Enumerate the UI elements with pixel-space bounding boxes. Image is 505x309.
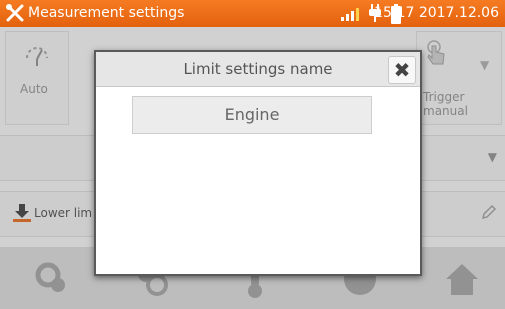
close-button[interactable]: ✖ [388,56,416,84]
status-bar: Measurement settings 15:17 2017.12.06 [0,0,505,27]
status-clock: 15:17 2017.12.06 [374,5,499,21]
limit-settings-dialog: Limit settings name ✖ Engine [94,50,422,276]
tools-icon[interactable] [5,3,25,27]
dialog-header: Limit settings name ✖ [96,52,420,87]
dialog-title: Limit settings name [183,60,333,78]
status-title: Measurement settings [28,5,185,21]
close-icon: ✖ [393,58,411,82]
option-engine[interactable]: Engine [132,96,372,134]
signal-icon [340,6,360,25]
